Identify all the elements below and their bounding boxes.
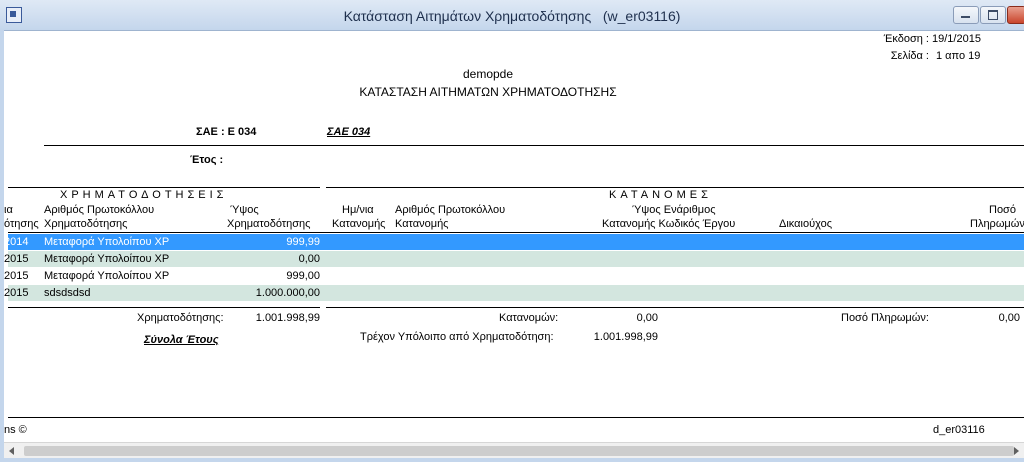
balance-label: Τρέχον Υπόλοιπο από Χρηματοδότηση: [360, 331, 554, 343]
row-protocol: Μεταφορά Υπολοίπου ΧΡ [44, 253, 170, 265]
row-protocol: sdsdsdsd [44, 287, 91, 299]
close-button[interactable] [1007, 6, 1024, 24]
col-amount-header: Ύψος [230, 204, 259, 216]
totals-line-left [8, 307, 320, 308]
funding-group-header: ΧΡΗΜΑΤΟΔΟΤΗΣΕΙΣ [60, 189, 228, 201]
year-totals-link[interactable]: Σύνολα Έτους [144, 334, 219, 346]
page-value: 1 απο 19 [936, 50, 981, 62]
page-label: Σελίδα : [890, 50, 929, 62]
payments-total-label: Ποσό Πληρωμών: [841, 312, 929, 324]
col-protocol-header-2: Χρηματοδότησης [44, 218, 128, 230]
report-title: ΚΑΤΑΣΤΑΣΗ ΑΙΤΗΜΑΤΩΝ ΧΡΗΜΑΤΟΔΟΤΗΣΗΣ [359, 85, 617, 99]
footer-report-code: d_er03116 [933, 424, 985, 436]
scroll-right-icon[interactable] [1008, 443, 1024, 459]
col-alloc-date-header: Ημ/νια [342, 204, 374, 216]
title-bar: Κατάσταση Αιτημάτων Χρηματοδότησης (w_er… [0, 0, 1024, 31]
table-row[interactable]: 2015 Μεταφορά Υπολοίπου ΧΡ 0,00 [4, 251, 1024, 267]
col-beneficiary-header: Δικαιούχος [779, 218, 832, 230]
col-alloc-protocol-header: Αριθμός Πρωτοκόλλου [395, 204, 506, 216]
col-date-header-2: ότησης [4, 218, 39, 230]
table-row[interactable]: 2015 sdsdsdsd 1.000.000,00 [4, 285, 1024, 301]
row-date: 2015 [4, 287, 29, 299]
col-alloc-date-header-2: Κατανομής [332, 218, 386, 230]
company-name: demopde [462, 67, 514, 81]
table-row[interactable]: 2014 Μεταφορά Υπολοίπου ΧΡ 999,99 [4, 234, 1024, 250]
col-alloc-protocol-header-2: Κατανομής [395, 218, 449, 230]
row-date: 2014 [4, 236, 29, 248]
row-amount: 0,00 [298, 253, 320, 265]
col-payment-header: Ποσό [989, 204, 1016, 216]
sae-link[interactable]: ΣΑΕ 034 [327, 126, 370, 138]
totals-line-right [326, 307, 1024, 308]
col-amount-header-2: Χρηματοδότησης [227, 218, 311, 230]
year-label: Έτος : [190, 154, 224, 166]
allocation-group-header: ΚΑΤΑΝΟΜΕΣ [609, 189, 712, 201]
minimize-button[interactable] [953, 6, 979, 24]
balance-value: 1.001.998,99 [593, 331, 658, 343]
row-protocol: Μεταφορά Υπολοίπου ΧΡ [44, 236, 170, 248]
col-alloc-amount-header: Ύψος Ενάριθμος [632, 204, 716, 216]
row-protocol: Μεταφορά Υπολοίπου ΧΡ [44, 270, 170, 282]
funding-group-line [8, 187, 320, 188]
scrollbar-thumb[interactable] [24, 446, 1014, 456]
allocation-group-line [326, 187, 1024, 188]
col-alloc-amount-header-2: Κατανομής Κωδικός Έργου [602, 218, 736, 230]
divider-line [44, 145, 1024, 146]
col-date-header: ια [4, 204, 13, 216]
col-payment-header-2: Πληρωμών [970, 218, 1024, 230]
report-view: Έκδοση : 19/1/2015 Σελίδα : 1 απο 19 dem… [4, 30, 1024, 442]
payments-total-value: 0,00 [998, 312, 1020, 324]
window-frame-bottom [0, 458, 1024, 462]
scroll-left-icon[interactable] [4, 443, 20, 459]
allocations-total-label: Κατανομών: [499, 312, 559, 324]
row-date: 2015 [4, 253, 29, 265]
col-protocol-header: Αριθμός Πρωτοκόλλου [44, 204, 155, 216]
horizontal-scrollbar[interactable] [4, 442, 1024, 459]
edition-label: Έκδοση : [883, 33, 929, 45]
footer-left-text: ns © [4, 424, 27, 436]
sae-label: ΣΑΕ : Ε 034 [196, 126, 257, 138]
maximize-button[interactable] [980, 6, 1006, 24]
table-row[interactable]: 2015 Μεταφορά Υπολοίπου ΧΡ 999,00 [4, 268, 1024, 284]
row-amount: 999,00 [286, 270, 320, 282]
row-date: 2015 [4, 270, 29, 282]
row-amount: 999,99 [286, 236, 320, 248]
funding-total-value: 1.001.998,99 [255, 312, 320, 324]
header-underline [8, 232, 1024, 233]
footer-line [8, 417, 1024, 418]
allocations-total-value: 0,00 [636, 312, 658, 324]
row-amount: 1.000.000,00 [255, 287, 320, 299]
edition-value: 19/1/2015 [932, 33, 981, 45]
window-title: Κατάσταση Αιτημάτων Χρηματοδότησης (w_er… [343, 8, 681, 24]
